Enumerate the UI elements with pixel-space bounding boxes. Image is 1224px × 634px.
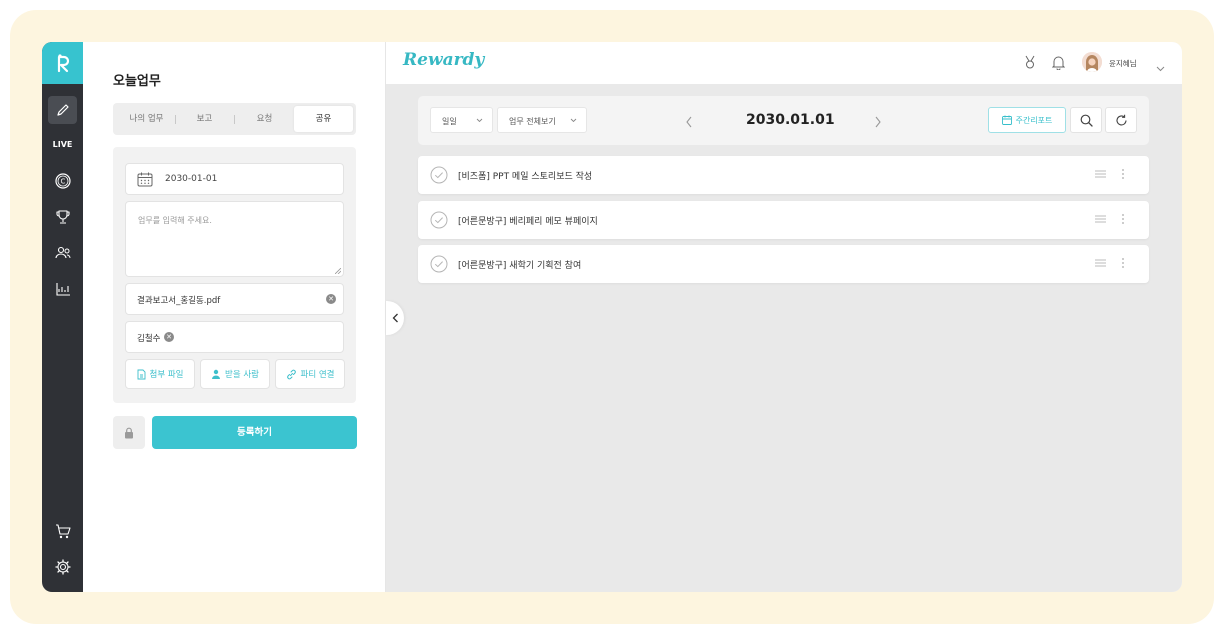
search-icon: [1080, 114, 1093, 127]
task-input-placeholder: 업무를 입력해 주세요.: [138, 216, 212, 225]
prev-date-icon[interactable]: [685, 113, 693, 132]
drag-handle-icon[interactable]: [1095, 170, 1106, 178]
more-options-icon[interactable]: [1121, 168, 1125, 180]
task-input[interactable]: 업무를 입력해 주세요.: [125, 201, 344, 277]
task-row[interactable]: [어른문방구] 새학기 기획전 참여: [418, 245, 1149, 283]
medal-icon[interactable]: [1024, 55, 1036, 74]
brand-logo[interactable]: Rewardy: [403, 50, 484, 70]
pencil-icon[interactable]: [48, 96, 77, 124]
today-task-panel: 오늘업무 나의 업무 보고 요청 공유 2030-01-01 업무를 입력해 주…: [83, 42, 386, 592]
main-content: Rewardy 윤지혜님 일일 업무 전체보기 2030.01.01 주간리포트…: [386, 42, 1182, 592]
date-toolbar: 일일 업무 전체보기 2030.01.01 주간리포트: [418, 96, 1149, 145]
period-select-value: 일일: [442, 117, 457, 126]
link-party-button[interactable]: 파티 연결: [275, 359, 345, 389]
svg-text:C: C: [60, 178, 65, 186]
refresh-button[interactable]: [1105, 107, 1137, 133]
tab-request[interactable]: 요청: [235, 106, 294, 132]
more-options-icon[interactable]: [1121, 257, 1125, 269]
task-title: [비즈폼] PPT 메일 스토리보드 작성: [458, 172, 593, 182]
calendar-icon: [137, 172, 153, 190]
chart-icon[interactable]: [48, 275, 77, 303]
weekly-report-label: 주간리포트: [1015, 115, 1053, 125]
check-circle-icon[interactable]: [430, 166, 448, 184]
tab-share[interactable]: 공유: [294, 106, 353, 132]
add-recipient-label: 받을 사람: [225, 370, 259, 380]
attach-file-button[interactable]: 첨부 파일: [125, 359, 195, 389]
link-party-label: 파티 연결: [300, 370, 335, 380]
chevron-down-icon[interactable]: [1156, 57, 1165, 76]
next-date-icon[interactable]: [874, 113, 882, 132]
cart-icon[interactable]: [48, 517, 77, 545]
top-bar: Rewardy 윤지혜님: [386, 42, 1182, 84]
view-select-value: 업무 전체보기: [509, 117, 556, 126]
check-circle-icon[interactable]: [430, 211, 448, 229]
panel-title: 오늘업무: [113, 74, 161, 89]
task-row[interactable]: [어른문방구] 베리페리 메모 뷰페이지: [418, 201, 1149, 239]
chevron-down-icon: [570, 118, 577, 123]
attached-file-field: 결과보고서_홍길동.pdf ✕: [125, 283, 344, 315]
resize-grip-icon[interactable]: [335, 268, 341, 274]
search-button[interactable]: [1070, 107, 1102, 133]
task-row[interactable]: [비즈폼] PPT 메일 스토리보드 작성: [418, 156, 1149, 194]
task-title: [어른문방구] 새학기 기획전 참여: [458, 261, 582, 271]
icon-rail: LIVE C: [42, 42, 83, 592]
settings-icon[interactable]: [48, 553, 77, 581]
chevron-down-icon: [476, 118, 483, 123]
person-icon: [212, 369, 220, 379]
submit-button[interactable]: 등록하기: [152, 416, 357, 449]
date-value: 2030-01-01: [165, 174, 218, 184]
user-name[interactable]: 윤지혜님: [1109, 58, 1137, 69]
add-recipient-button[interactable]: 받을 사람: [200, 359, 270, 389]
trophy-icon[interactable]: [48, 203, 77, 231]
current-date: 2030.01.01: [746, 112, 835, 128]
task-tabs: 나의 업무 보고 요청 공유: [113, 103, 356, 135]
drag-handle-icon[interactable]: [1095, 215, 1106, 223]
live-link[interactable]: LIVE: [42, 140, 83, 149]
avatar[interactable]: [1082, 52, 1102, 72]
remove-file-icon[interactable]: ✕: [326, 294, 336, 304]
lock-button[interactable]: [113, 416, 145, 449]
attach-file-label: 첨부 파일: [149, 370, 184, 380]
app-window: LIVE C 오늘업무 나의 업무 보고 요청 공유 2030-01-01 업무…: [42, 42, 1182, 592]
remove-recipient-icon[interactable]: ✕: [164, 332, 174, 342]
weekly-report-button[interactable]: 주간리포트: [988, 107, 1066, 133]
calendar-icon: [1001, 115, 1012, 125]
tab-my-tasks[interactable]: 나의 업무: [117, 106, 176, 132]
recipient-name: 김철수: [137, 334, 161, 344]
check-circle-icon[interactable]: [430, 255, 448, 273]
users-icon[interactable]: [48, 239, 77, 267]
more-options-icon[interactable]: [1121, 213, 1125, 225]
chevron-left-icon: [392, 313, 398, 323]
task-form: 2030-01-01 업무를 입력해 주세요. 결과보고서_홍길동.pdf ✕ …: [113, 147, 356, 403]
recipient-field: 김철수 ✕: [125, 321, 344, 353]
view-select[interactable]: 업무 전체보기: [497, 107, 587, 133]
link-icon: [286, 369, 296, 379]
file-icon: [137, 369, 145, 379]
bell-icon[interactable]: [1051, 55, 1066, 74]
lock-icon: [125, 427, 133, 438]
tab-report[interactable]: 보고: [175, 106, 234, 132]
date-field[interactable]: 2030-01-01: [125, 163, 344, 195]
attached-file-name: 결과보고서_홍길동.pdf: [137, 296, 221, 306]
drag-handle-icon[interactable]: [1095, 259, 1106, 267]
logo-icon[interactable]: [42, 42, 83, 84]
refresh-icon: [1115, 114, 1127, 125]
coin-icon[interactable]: C: [48, 167, 77, 195]
task-title: [어른문방구] 베리페리 메모 뷰페이지: [458, 217, 598, 227]
period-select[interactable]: 일일: [430, 107, 493, 133]
